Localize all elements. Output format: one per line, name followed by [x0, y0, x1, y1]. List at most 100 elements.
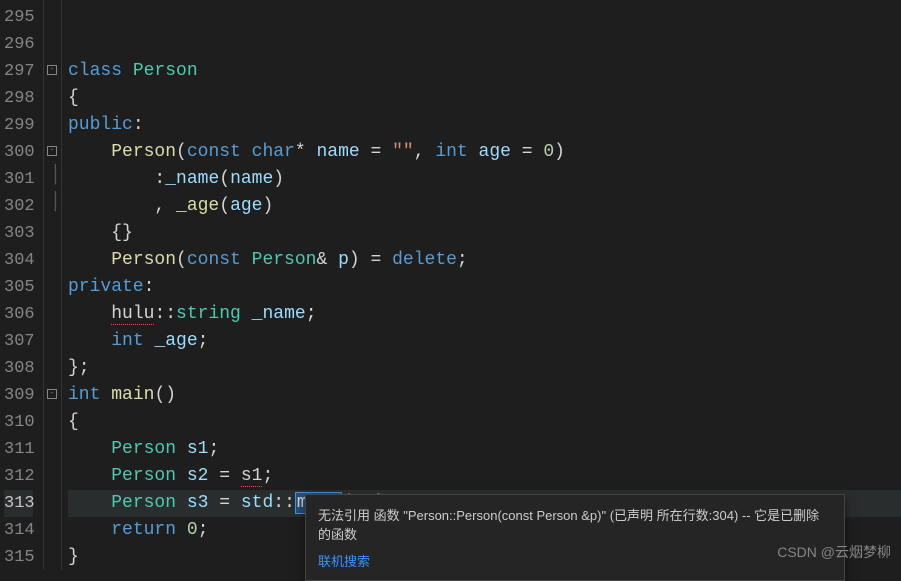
line-number: 315	[4, 544, 33, 571]
fold-marker	[44, 81, 61, 108]
fold-marker[interactable]: -	[44, 378, 61, 405]
token-var: name	[316, 142, 359, 162]
fold-gutter[interactable]: --││-	[44, 0, 62, 570]
code-line[interactable]: Person(const Person& p) = delete;	[68, 247, 901, 274]
token-var: age	[230, 196, 262, 216]
code-editor[interactable]: 2952962972982993003013023033043053063073…	[0, 0, 901, 570]
error-tooltip: 无法引用 函数 "Person::Person(const Person &p)…	[305, 494, 845, 581]
token-punc: ::	[273, 493, 295, 513]
fold-marker	[44, 459, 61, 486]
token-num: 0	[543, 142, 554, 162]
code-line[interactable]: int main()	[68, 382, 901, 409]
line-number: 298	[4, 85, 33, 112]
code-line[interactable]: };	[68, 355, 901, 382]
code-line[interactable]: {	[68, 85, 901, 112]
line-number: 308	[4, 355, 33, 382]
token-punc: ;	[457, 250, 468, 270]
line-number: 306	[4, 301, 33, 328]
code-area[interactable]: class Person{public: Person(const char* …	[62, 0, 901, 570]
code-line[interactable]: class Person	[68, 58, 901, 85]
token-kw: return	[111, 520, 187, 540]
line-number-gutter: 2952962972982993003013023033043053063073…	[0, 0, 44, 570]
line-number: 295	[4, 4, 33, 31]
code-line[interactable]: private:	[68, 274, 901, 301]
token-indent	[68, 493, 111, 513]
token-var: std	[241, 493, 273, 513]
token-punc: }	[68, 547, 79, 567]
line-number: 312	[4, 463, 33, 490]
token-punc: {}	[111, 223, 133, 243]
token-op: *	[295, 142, 317, 162]
token-punc: (	[176, 142, 187, 162]
tooltip-message: 无法引用 函数 "Person::Person(const Person &p)…	[318, 505, 832, 543]
token-punc: };	[68, 358, 90, 378]
token-op: =	[360, 142, 392, 162]
token-punc: {	[68, 412, 79, 432]
code-line[interactable]: public:	[68, 112, 901, 139]
code-line[interactable]	[68, 31, 901, 58]
code-line[interactable]: hulu::string _name;	[68, 301, 901, 328]
token-fn: _age	[176, 196, 219, 216]
token-punc: ,	[414, 142, 436, 162]
token-kw: int	[68, 385, 111, 405]
code-line[interactable]: , _age(age)	[68, 193, 901, 220]
watermark: CSDN @云烟梦柳	[777, 542, 891, 562]
fold-marker	[44, 27, 61, 54]
token-punc: :	[154, 169, 165, 189]
token-var: _age	[154, 331, 197, 351]
fold-marker	[44, 405, 61, 432]
code-line[interactable]: Person s1;	[68, 436, 901, 463]
line-number: 301	[4, 166, 33, 193]
code-line[interactable]: {	[68, 409, 901, 436]
token-indent	[68, 520, 111, 540]
fold-marker[interactable]: -	[44, 135, 61, 162]
token-type: Person	[111, 439, 176, 459]
tooltip-search-link[interactable]: 联机搜索	[318, 551, 832, 570]
token-kw: int	[435, 142, 478, 162]
fold-marker	[44, 108, 61, 135]
token-kw: class	[68, 61, 133, 81]
fold-marker[interactable]: -	[44, 54, 61, 81]
token-var: _name	[252, 304, 306, 324]
token-punc: ()	[154, 385, 176, 405]
fold-marker	[44, 351, 61, 378]
line-number: 309	[4, 382, 33, 409]
token-op	[176, 439, 187, 459]
fold-marker	[44, 432, 61, 459]
line-number: 310	[4, 409, 33, 436]
token-indent	[68, 439, 111, 459]
token-kw: delete	[392, 250, 457, 270]
line-number: 307	[4, 328, 33, 355]
token-kw: const	[187, 142, 252, 162]
fold-marker: │	[44, 189, 61, 216]
line-number: 304	[4, 247, 33, 274]
token-indent	[68, 466, 111, 486]
token-punc: ::	[154, 304, 176, 324]
token-var: s3	[187, 493, 209, 513]
line-number: 302	[4, 193, 33, 220]
code-line[interactable]: int _age;	[68, 328, 901, 355]
code-line[interactable]	[68, 4, 901, 31]
code-line[interactable]: {}	[68, 220, 901, 247]
fold-marker: │	[44, 162, 61, 189]
code-line[interactable]: :_name(name)	[68, 166, 901, 193]
line-number: 305	[4, 274, 33, 301]
fold-marker	[44, 0, 61, 27]
line-number: 314	[4, 517, 33, 544]
token-indent	[68, 169, 154, 189]
fold-marker	[44, 540, 61, 567]
token-kw: public	[68, 115, 133, 135]
token-err: s1	[241, 466, 263, 487]
fold-marker	[44, 216, 61, 243]
token-punc: :	[133, 115, 144, 135]
code-line[interactable]: Person s2 = s1;	[68, 463, 901, 490]
line-number: 296	[4, 31, 33, 58]
token-op: =	[208, 493, 240, 513]
token-var: s1	[187, 439, 209, 459]
code-line[interactable]: Person(const char* name = "", int age = …	[68, 139, 901, 166]
line-number: 311	[4, 436, 33, 463]
token-indent	[68, 223, 111, 243]
token-punc: ;	[262, 466, 273, 486]
line-number: 313	[4, 490, 33, 517]
token-punc: ,	[154, 196, 176, 216]
